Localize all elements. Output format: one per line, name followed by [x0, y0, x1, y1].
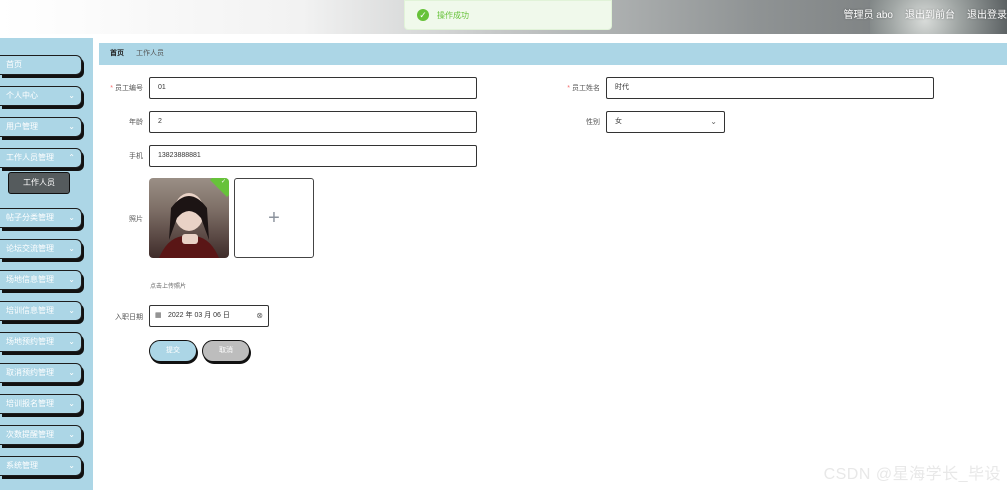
join-date-label: 入职日期 [115, 314, 143, 321]
chevron-down-icon: ⌄ [68, 91, 75, 100]
sidebar-item-label: 论坛交流管理 [6, 244, 54, 253]
sidebar-item-venue-booking[interactable]: 场地预约管理 ⌄ [0, 332, 82, 352]
calendar-icon: ▦ [155, 312, 162, 319]
age-label: 年龄 [129, 119, 143, 126]
gender-selected-value: 女 [615, 118, 622, 125]
join-date-value: 2022 年 03 月 06 日 [168, 312, 230, 319]
chevron-down-icon: ⌄ [68, 122, 75, 131]
sidebar-item-label: 工作人员管理 [6, 153, 54, 162]
sidebar-subitem-staff[interactable]: 工作人员 [8, 172, 70, 194]
sidebar-item-forum[interactable]: 论坛交流管理 ⌄ [0, 239, 82, 259]
sidebar-item-label: 系统管理 [6, 461, 38, 470]
sidebar-item-staff[interactable]: 工作人员管理 ⌃ [0, 148, 82, 168]
sidebar-item-label: 个人中心 [6, 91, 38, 100]
sidebar-item-label: 首页 [6, 60, 22, 69]
sidebar-item-label: 培训信息管理 [6, 306, 54, 315]
check-circle-icon: ✓ [417, 9, 429, 21]
chevron-down-icon: ⌄ [68, 368, 75, 377]
sidebar-item-training-signup[interactable]: 培训报名管理 ⌄ [0, 394, 82, 414]
sidebar-item-venue-info[interactable]: 场地信息管理 ⌄ [0, 270, 82, 290]
photo-label: 照片 [129, 216, 143, 223]
sidebar-item-profile[interactable]: 个人中心 ⌄ [0, 86, 82, 106]
gender-label: 性别 [586, 119, 600, 126]
phone-label: 手机 [129, 153, 143, 160]
sidebar-item-users[interactable]: 用户管理 ⌄ [0, 117, 82, 137]
sidebar-item-post-category[interactable]: 帖子分类管理 ⌄ [0, 208, 82, 228]
chevron-down-icon: ⌄ [68, 337, 75, 346]
sidebar: 首页 个人中心 ⌄ 用户管理 ⌄ 工作人员管理 ⌃ 工作人员 帖子分类管理 ⌄ 论坛交流… [0, 38, 93, 490]
sidebar-item-training-info[interactable]: 培训信息管理 ⌄ [0, 301, 82, 321]
chevron-down-icon: ⌄ [68, 430, 75, 439]
sidebar-item-reminders[interactable]: 次数提醒管理 ⌄ [0, 425, 82, 445]
join-date-picker[interactable]: ▦ 2022 年 03 月 06 日 ⊗ [149, 305, 269, 327]
sidebar-item-label: 场地预约管理 [6, 337, 54, 346]
sidebar-item-cancel-booking[interactable]: 取消预约管理 ⌄ [0, 363, 82, 383]
logout-link[interactable]: 退出登录 [967, 6, 1007, 21]
age-input[interactable]: 2 [149, 111, 477, 133]
sidebar-item-label: 次数提醒管理 [6, 430, 54, 439]
employee-name-input[interactable]: 时代 [606, 77, 934, 99]
upload-box[interactable]: + [234, 178, 314, 258]
back-to-front-link[interactable]: 退出到前台 [905, 6, 955, 21]
chevron-down-icon: ⌄ [68, 399, 75, 408]
cancel-button[interactable]: 取消 [202, 340, 250, 362]
chevron-down-icon: ⌄ [68, 306, 75, 315]
sidebar-item-label: 取消预约管理 [6, 368, 54, 377]
top-links: 管理员 abo 退出到前台 退出登录 [844, 6, 1007, 21]
sidebar-item-system[interactable]: 系统管理 ⌄ [0, 456, 82, 476]
employee-name-label: * 员工姓名 [567, 85, 600, 92]
chevron-down-icon: ⌄ [68, 275, 75, 284]
success-toast: ✓ 操作成功 [404, 0, 612, 30]
phone-input[interactable]: 13823888881 [149, 145, 477, 167]
toast-message: 操作成功 [437, 10, 469, 20]
breadcrumb-current: 工作人员 [136, 50, 164, 57]
check-icon: ✓ [220, 178, 226, 185]
chevron-down-icon: ⌄ [710, 117, 717, 126]
sidebar-item-label: 用户管理 [6, 122, 38, 131]
chevron-down-icon: ⌄ [68, 461, 75, 470]
employee-id-label: * 员工编号 [110, 85, 143, 92]
clear-icon[interactable]: ⊗ [256, 306, 263, 326]
sidebar-item-home[interactable]: 首页 [0, 55, 82, 75]
breadcrumb-home[interactable]: 首页 [110, 43, 124, 65]
chevron-down-icon: ⌄ [68, 244, 75, 253]
breadcrumb: 首页 工作人员 [99, 43, 1007, 65]
watermark: CSDN @星海学长_毕设 [823, 466, 1001, 483]
employee-id-input[interactable]: 01 [149, 77, 477, 99]
gender-select[interactable]: 女 ⌄ [606, 111, 725, 133]
sidebar-item-label: 场地信息管理 [6, 275, 54, 284]
submit-button[interactable]: 提交 [149, 340, 197, 362]
uploaded-photo[interactable]: ✓ [149, 178, 229, 258]
chevron-down-icon: ⌄ [68, 213, 75, 222]
current-user-label: 管理员 abo [843, 10, 893, 21]
portrait-image [159, 193, 219, 258]
sidebar-item-label: 培训报名管理 [6, 399, 54, 408]
upload-hint: 点击上传照片 [150, 284, 187, 290]
sidebar-item-label: 帖子分类管理 [6, 213, 54, 222]
chevron-up-icon: ⌃ [68, 153, 75, 162]
plus-icon: + [268, 207, 280, 229]
